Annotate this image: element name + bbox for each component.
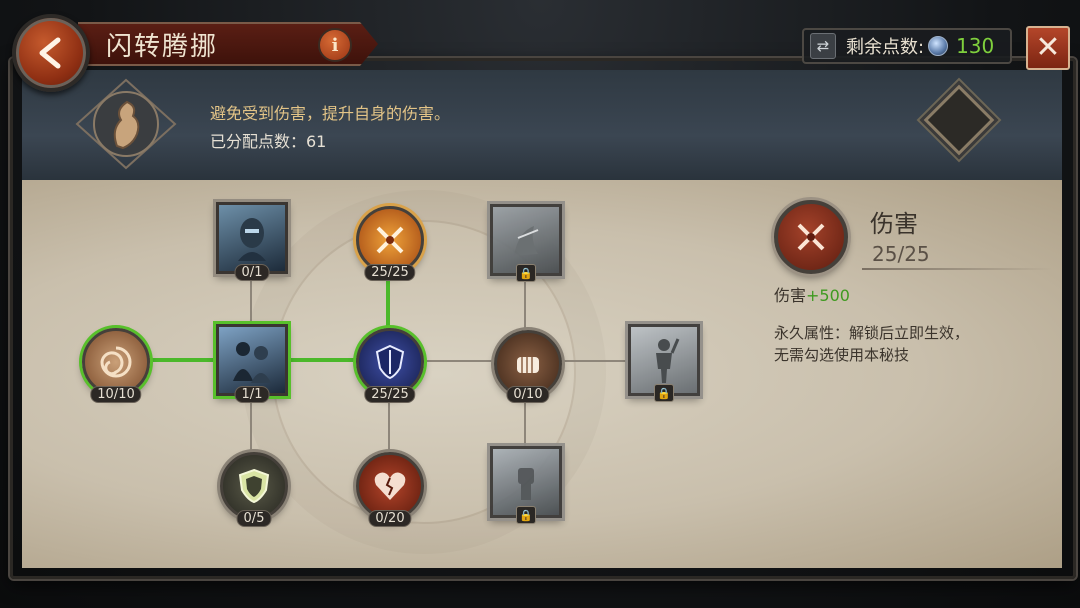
link-n9-n10 [524, 396, 526, 446]
lock-icon: 🔒 [516, 506, 536, 524]
skill-level: 1/1 [234, 386, 270, 403]
bonus-label: 伤害 [774, 286, 807, 305]
ability-description: 避免受到伤害，提升自身的伤害。 [210, 104, 451, 123]
info-button[interactable]: i [318, 28, 352, 62]
skill-node-shield[interactable]: 0/5 [220, 452, 288, 527]
link-n3-n2 [250, 278, 252, 322]
back-arrow-icon [39, 37, 61, 69]
points-label: 剩余点数: [846, 37, 925, 58]
selected-skill-icon [774, 200, 848, 274]
lock-icon: 🔒 [654, 384, 674, 402]
skill-node-warrior[interactable]: 🔒 [628, 324, 700, 402]
skill-node-raised-fist[interactable]: 🔒 [490, 446, 562, 524]
link-n6-n9 [422, 360, 492, 362]
skill-level: 25/25 [364, 264, 416, 281]
allocated-points: 已分配点数：61 [210, 132, 327, 151]
selected-skill-description: 永久属性：解锁后立即生效， 无需勾选使用本秘技 [774, 322, 1034, 366]
points-value: 130 [956, 34, 995, 58]
selected-skill-name: 伤害 [870, 210, 918, 238]
divider [862, 268, 1052, 270]
link-n3-n4 [250, 400, 252, 452]
skill-level: 0/20 [368, 510, 412, 527]
skill-level: 0/10 [506, 386, 550, 403]
gem-icon [928, 36, 949, 56]
page-title: 闪转腾挪 [106, 32, 219, 62]
crossed-blades-icon [797, 223, 825, 251]
skill-node-assassin[interactable]: 0/1 [216, 202, 288, 281]
skill-node-swirl[interactable]: 10/10 [82, 328, 150, 403]
swap-icon[interactable]: ⇄ [810, 33, 836, 59]
skill-node-shield-crest[interactable]: 25/25 [356, 328, 424, 403]
desc-line-1: 永久属性：解锁后立即生效， [774, 324, 970, 342]
ability-emblem [70, 76, 182, 172]
link-n9-n11 [560, 360, 626, 362]
bonus-value: +500 [806, 286, 850, 305]
link-n1-n3 [146, 358, 220, 362]
lock-icon: 🔒 [516, 264, 536, 282]
skill-node-crossed-blades[interactable]: 25/25 [356, 206, 424, 281]
back-button[interactable] [12, 14, 90, 92]
skill-level: 0/1 [234, 264, 270, 281]
link-n3-n6 [286, 358, 358, 362]
link-n9-n8 [524, 276, 526, 328]
skill-level: 0/5 [236, 510, 272, 527]
skill-node-broken-heart[interactable]: 0/20 [356, 452, 424, 527]
skill-node-shadow-figure[interactable]: 🔒 [490, 204, 562, 282]
close-button[interactable]: ✕ [1026, 26, 1070, 70]
skill-level: 25/25 [364, 386, 416, 403]
skill-node-fist[interactable]: 0/10 [494, 330, 562, 403]
selected-skill-bonus: 伤害+500 [774, 282, 850, 306]
desc-line-2: 无需勾选使用本秘技 [774, 346, 910, 364]
selected-skill-level: 25/25 [872, 242, 930, 266]
skill-node-dual-figures[interactable]: 1/1 [216, 324, 288, 403]
remaining-points-bar: ⇄ 剩余点数: 130 [802, 28, 1012, 64]
skill-level: 10/10 [90, 386, 142, 403]
arm-emblem-icon [75, 78, 177, 170]
link-n6-n7 [388, 400, 390, 452]
